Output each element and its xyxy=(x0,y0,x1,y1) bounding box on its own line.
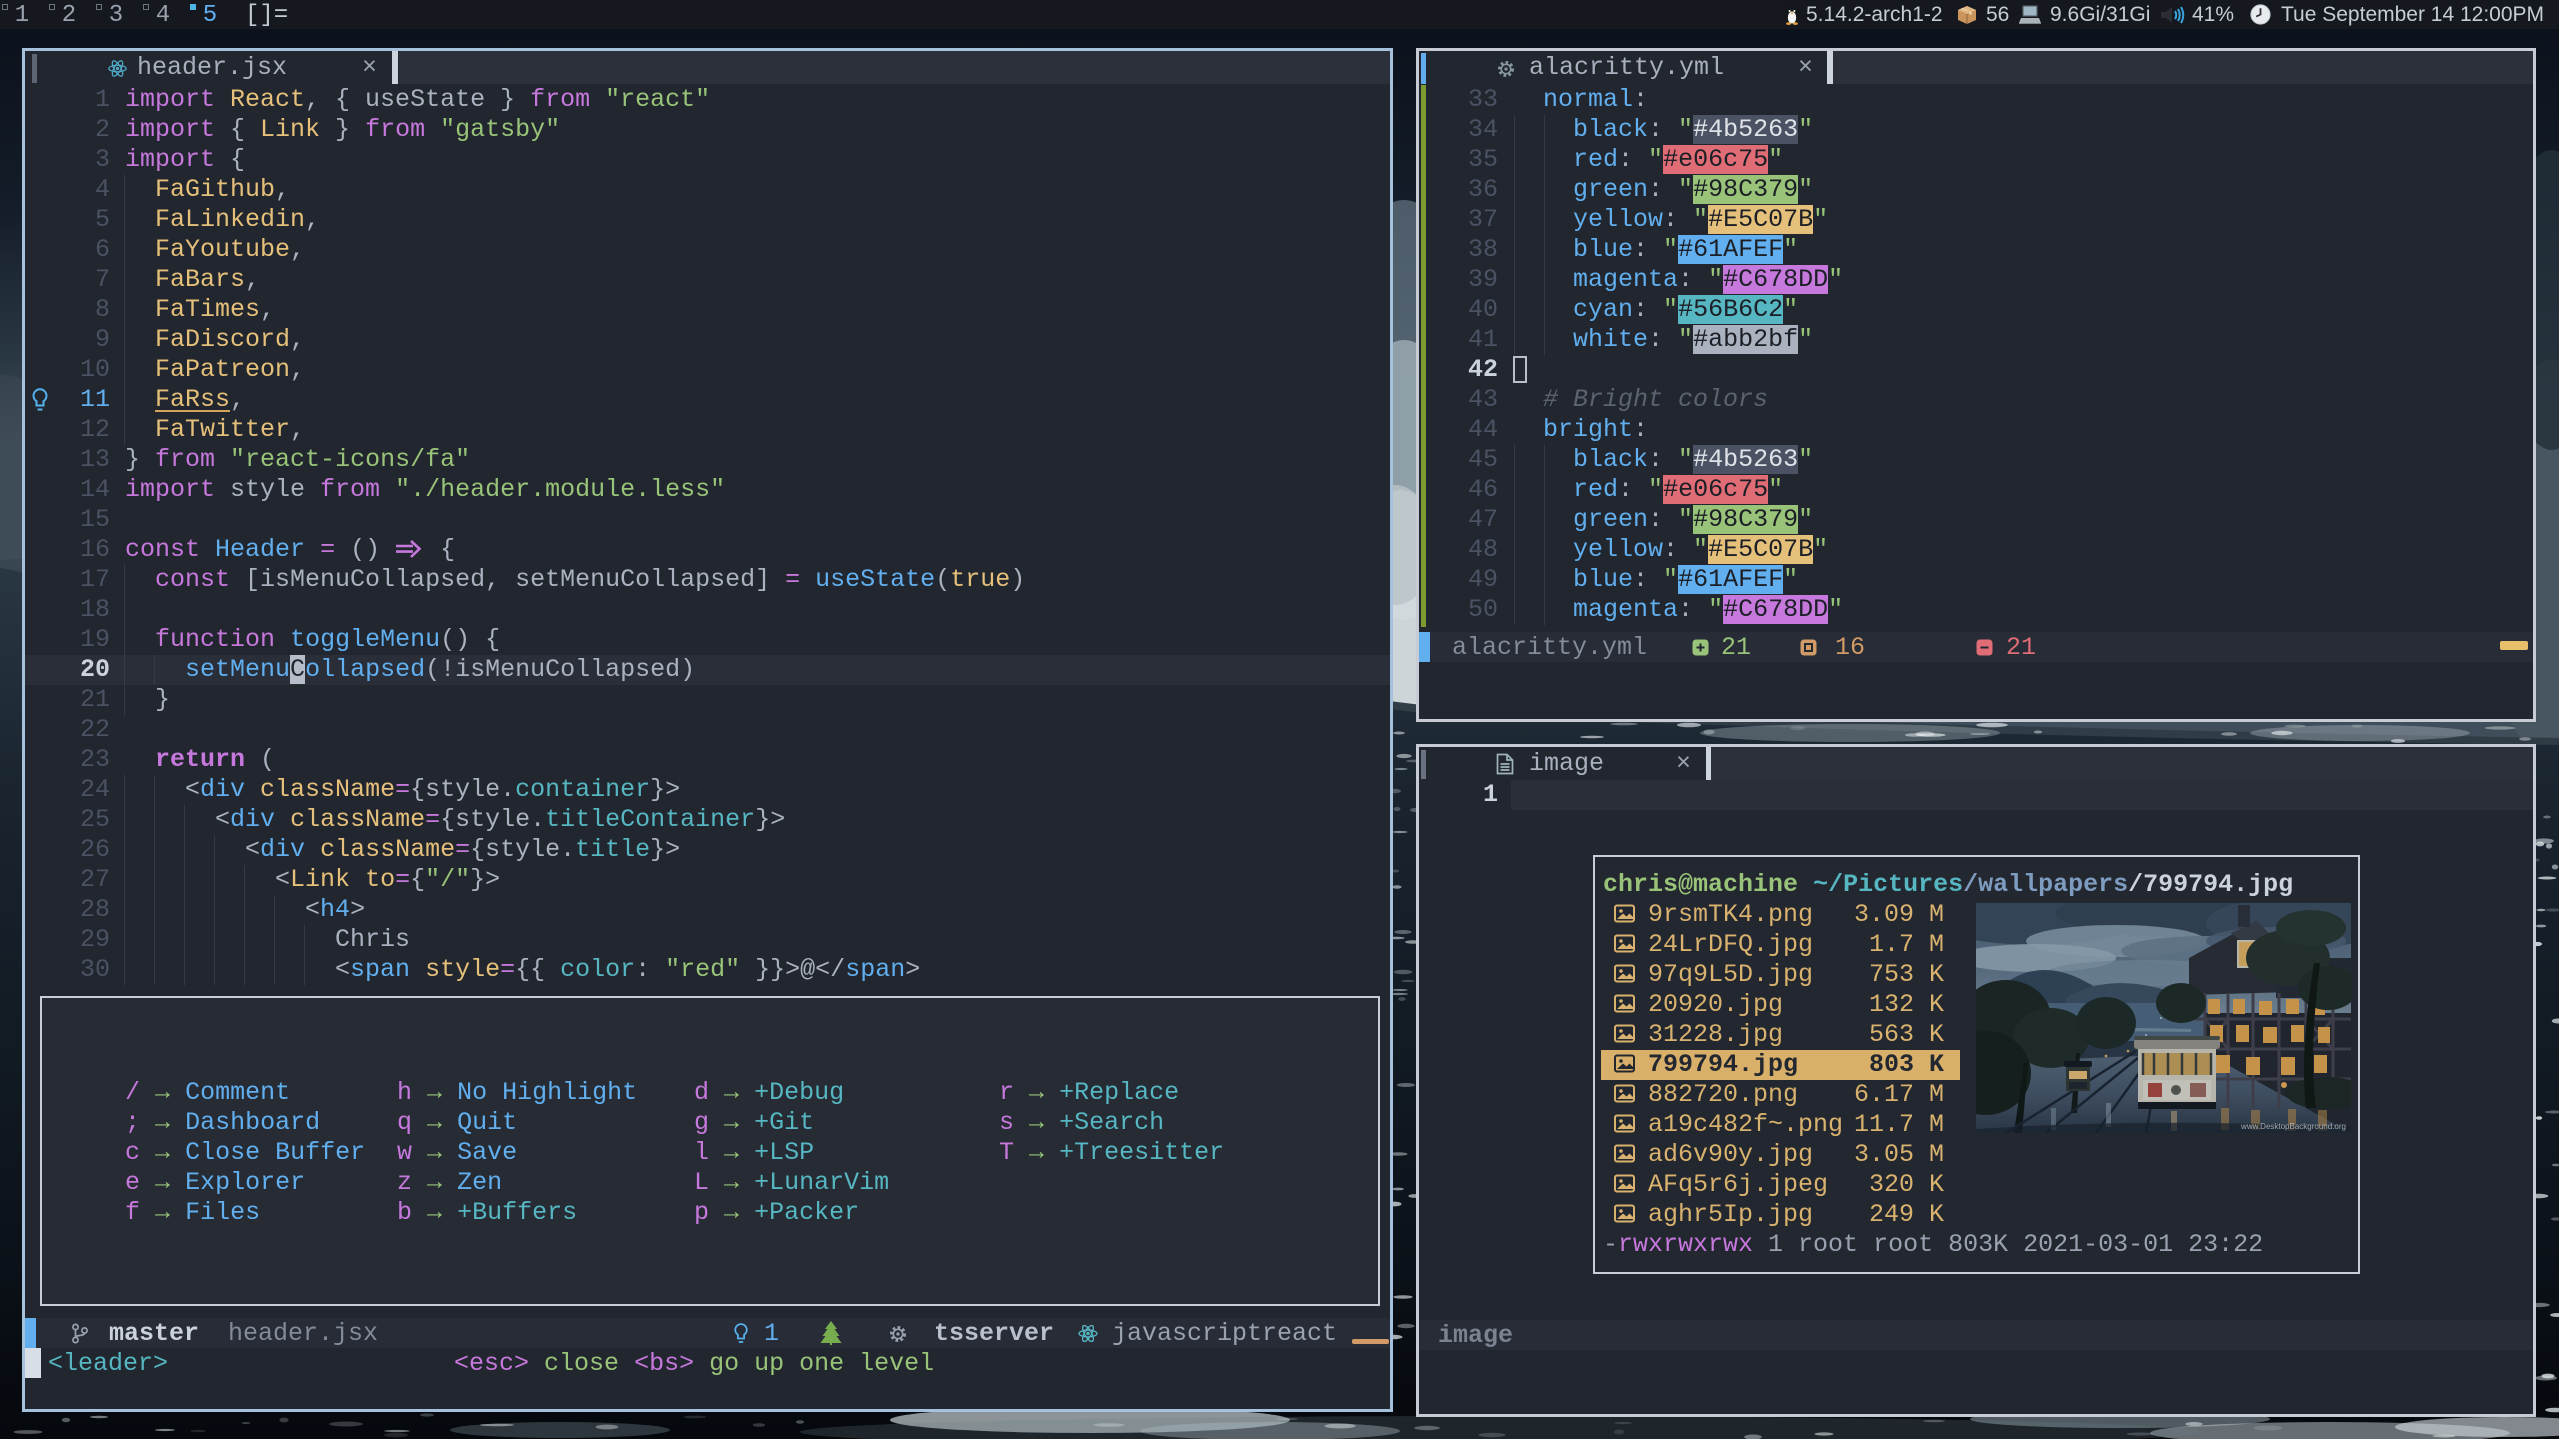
svg-text:www.DesktopBackground.org: www.DesktopBackground.org xyxy=(2240,1122,2346,1131)
